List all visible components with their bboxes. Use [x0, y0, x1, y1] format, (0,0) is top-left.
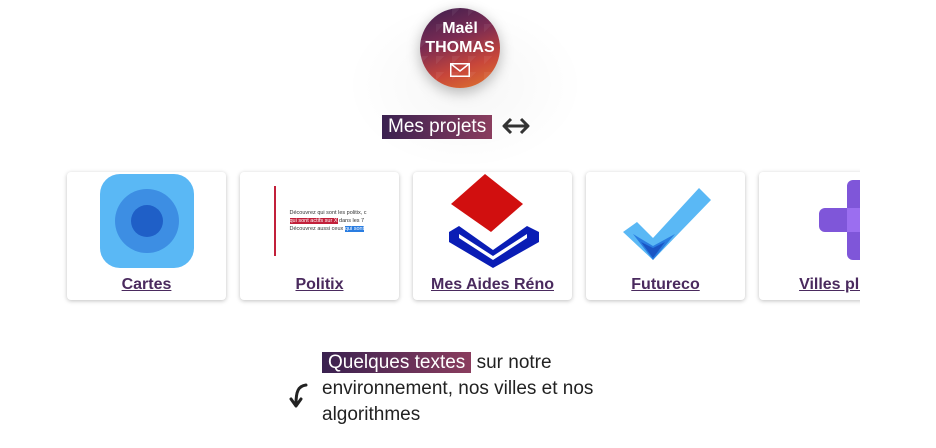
avatar-profile-link[interactable]: Maël THOMAS — [420, 8, 500, 88]
politix-preview-image: Découvrez qui sont les politix, c qui so… — [270, 186, 370, 256]
project-card-mes-aides-reno[interactable]: Mes Aides Réno — [413, 172, 572, 300]
profile-first-name: Maël — [442, 20, 478, 37]
map-target-icon — [99, 174, 194, 268]
project-label-futureco: Futureco — [631, 276, 700, 293]
project-card-politix[interactable]: Découvrez qui sont les politix, c qui so… — [240, 172, 399, 300]
plus-icon — [819, 180, 860, 260]
left-right-arrow-icon — [502, 117, 530, 135]
project-label-villes-plus: Villes plus — [799, 276, 860, 293]
curved-arrow-icon — [289, 383, 308, 408]
checkmark-icon — [622, 188, 711, 260]
politix-line-4: Découvrez aussi ceux — [289, 226, 344, 232]
project-label-cartes: Cartes — [121, 276, 172, 293]
project-card-villes-plus[interactable]: Villes plus — [759, 172, 860, 300]
project-card-futureco[interactable]: Futureco — [586, 172, 745, 300]
projects-carousel[interactable]: Cartes Découvrez qui sont les politix, c… — [60, 160, 860, 310]
project-card-cartes[interactable]: Cartes — [67, 172, 226, 300]
project-label-mes-aides-reno: Mes Aides Réno — [431, 276, 554, 293]
politix-line-2: qui sont actifs sur X — [289, 218, 338, 224]
profile-last-name: THOMAS — [425, 39, 495, 56]
politix-line-5: qui sont — [344, 226, 365, 232]
politix-line-1: Découvrez qui sont les politix, c — [289, 210, 367, 216]
politix-line-3: dans les 7 — [339, 218, 365, 224]
texts-section: Quelques textes sur notre environnement,… — [322, 350, 622, 428]
texts-link[interactable]: Quelques textes — [322, 352, 472, 373]
envelope-icon[interactable] — [450, 63, 470, 77]
house-logo-icon — [448, 174, 539, 268]
projects-heading: Mes projets — [382, 115, 493, 139]
project-label-politix: Politix — [295, 276, 344, 293]
